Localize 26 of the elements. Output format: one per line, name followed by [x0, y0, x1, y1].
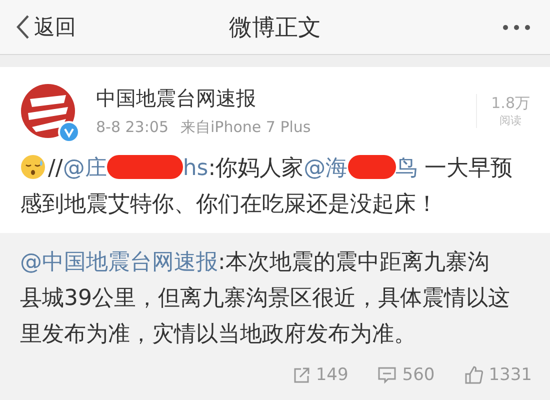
share-icon [292, 366, 310, 384]
post-text: // [48, 156, 63, 181]
sweat-emoji-icon [20, 154, 46, 180]
mention-link[interactable]: @中国地震台网速报 [20, 250, 218, 275]
mention-link[interactable]: @海 [304, 156, 348, 181]
like-button[interactable]: 1331 [464, 365, 532, 385]
read-count: 1.8万 [491, 94, 530, 113]
comment-button[interactable]: 560 [378, 365, 435, 385]
author-name[interactable]: 中国地震台网速报 [96, 85, 456, 112]
mention-link[interactable]: 鸟 [396, 156, 418, 181]
page-title: 微博正文 [229, 14, 321, 42]
comment-icon [378, 366, 396, 384]
back-button[interactable]: 返回 [16, 13, 76, 41]
thumbs-up-icon [464, 366, 483, 384]
post-source: 来自iPhone 7 Plus [180, 118, 311, 137]
post-text: :你妈人家 [208, 156, 304, 181]
post-time: 8-8 23:05 [96, 118, 168, 137]
avatar[interactable] [20, 83, 76, 139]
post-text: 一大早预 [424, 156, 513, 181]
mention-link[interactable]: @庄 [62, 156, 107, 181]
redaction-mark [348, 155, 396, 179]
quoted-text: @中国地震台网速报:本次地震的震中距离九寨沟县城39公里，但离九寨沟景区很近，具体震情以这里发布为准，灾情以当地政府发布为准。 [19, 249, 511, 349]
chevron-left-icon [16, 14, 30, 40]
read-label: 阅读 [500, 113, 522, 128]
post-text: 感到地震艾特你、你们在吃屎还是没起床！ [20, 192, 438, 217]
mention-link[interactable]: hs [182, 156, 208, 181]
